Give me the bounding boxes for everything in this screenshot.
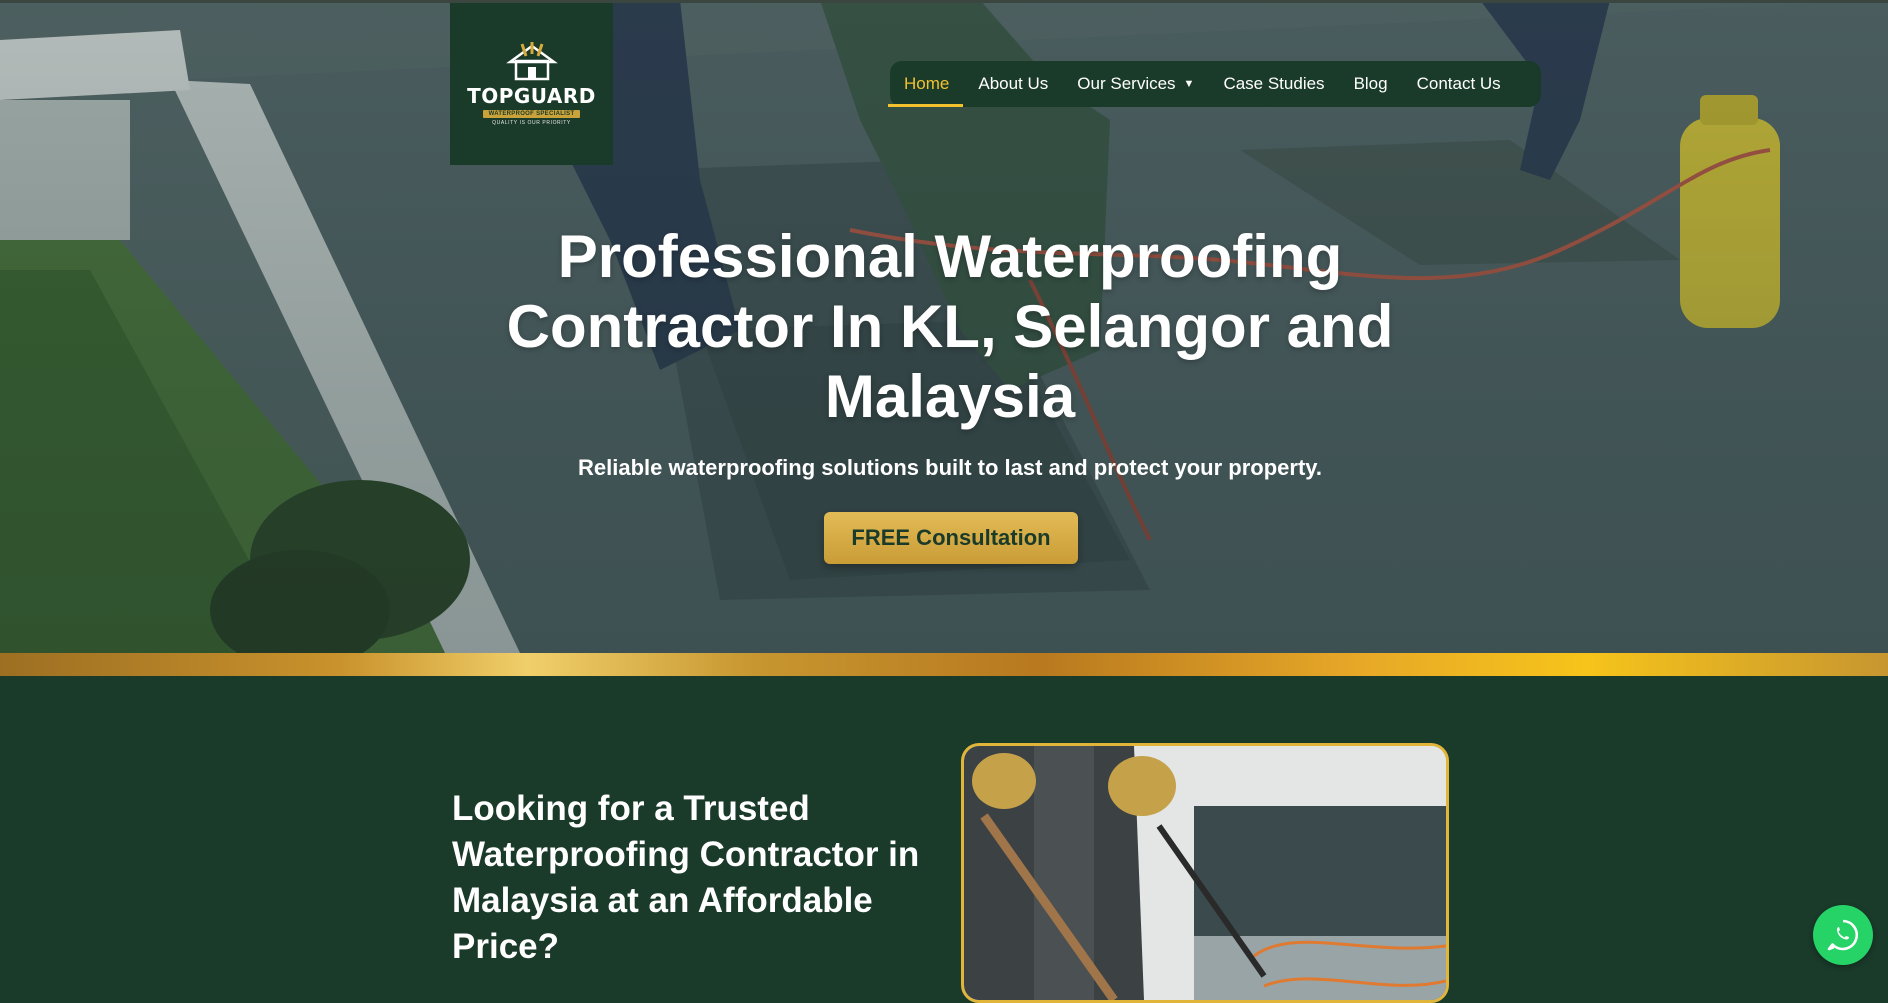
- nav-item-about-us[interactable]: About Us: [978, 74, 1048, 94]
- whatsapp-icon: [1827, 919, 1859, 951]
- worker-photo: [961, 743, 1449, 1003]
- chevron-down-icon: ▼: [1183, 78, 1195, 90]
- nav-item-label: Blog: [1353, 74, 1388, 93]
- intro-section: Looking for a Trusted Waterproofing Cont…: [0, 676, 1888, 1003]
- hero-title-line: Contractor In KL, Selangor and: [506, 293, 1394, 360]
- site-logo[interactable]: TOPGUARD WATERPROOF SPECIALIST QUALITY I…: [450, 3, 613, 165]
- hero-title-line: Professional Waterproofing: [557, 223, 1343, 290]
- logo-tagline: WATERPROOF SPECIALIST: [482, 110, 581, 118]
- top-border: [0, 0, 1888, 3]
- nav-item-blog[interactable]: Blog: [1354, 74, 1388, 94]
- section-heading-line: Looking for a Trusted: [452, 789, 810, 828]
- hero-title-line: Malaysia: [824, 363, 1076, 430]
- nav-item-label: Our Services: [1077, 74, 1176, 93]
- section-heading-line: Malaysia at an Affordable: [452, 881, 873, 920]
- logo-wordmark: TOPGUARD: [467, 84, 596, 108]
- main-navigation: Home About Us Our Services ▼ Case Studie…: [887, 61, 1541, 107]
- section-heading-line: Price?: [452, 927, 559, 966]
- gold-divider: [0, 653, 1888, 676]
- hero-section: TOPGUARD WATERPROOF SPECIALIST QUALITY I…: [0, 0, 1888, 653]
- whatsapp-button[interactable]: [1813, 905, 1873, 965]
- logo-slogan: QUALITY IS OUR PRIORITY: [492, 120, 571, 126]
- hero-subtitle: Reliable waterproofing solutions built t…: [578, 455, 1322, 480]
- section-heading-line: Waterproofing Contractor in: [452, 835, 920, 874]
- nav-item-label: Contact Us: [1416, 74, 1501, 93]
- nav-item-our-services[interactable]: Our Services ▼: [1077, 74, 1194, 94]
- nav-item-case-studies[interactable]: Case Studies: [1223, 74, 1324, 94]
- free-consultation-button[interactable]: FREE Consultation: [824, 512, 1078, 564]
- nav-item-label: Case Studies: [1223, 74, 1325, 93]
- nav-item-label: Home: [904, 74, 950, 93]
- worker-torch-photo: [964, 746, 1446, 1000]
- nav-item-home[interactable]: Home: [887, 74, 964, 107]
- hero-title: Professional Waterproofing Contractor In…: [440, 222, 1460, 432]
- section-heading: Looking for a Trusted Waterproofing Cont…: [452, 786, 952, 970]
- nav-item-contact-us[interactable]: Contact Us: [1417, 74, 1501, 94]
- house-with-tools-icon: [505, 42, 558, 81]
- nav-item-label: About Us: [978, 74, 1049, 93]
